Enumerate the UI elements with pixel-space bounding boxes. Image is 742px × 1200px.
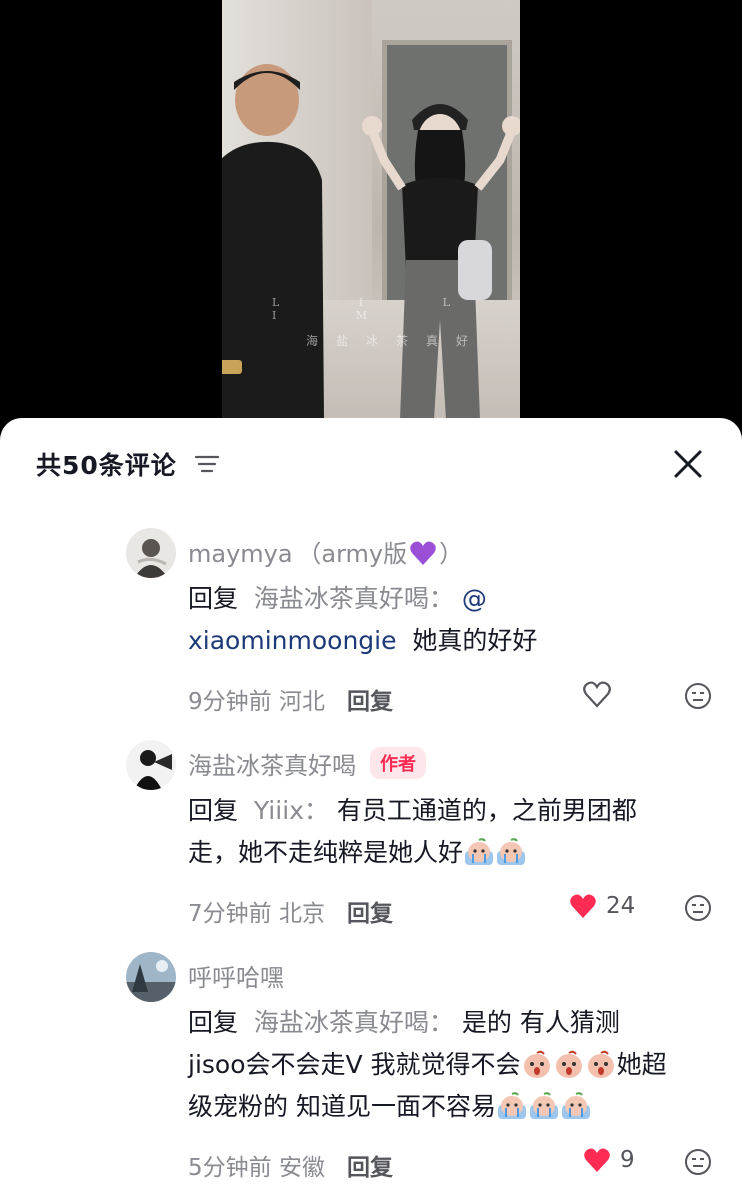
comment-text: 有员工通道的，之前男团都: [336, 796, 637, 825]
username[interactable]: 海盐冰茶真好喝: [188, 746, 356, 781]
username[interactable]: maymya （army版 ）: [188, 534, 463, 569]
comment-body[interactable]: 回复 Yiiix： 有员工通道的，之前男团都 走，她不走纯粹是她人好: [188, 790, 728, 874]
crying-peach-sticker-icon: [465, 838, 494, 865]
comment-sheet: 共50条评论 maymya （army版 ） 回复 海盐冰茶真好喝： @ xiao…: [0, 418, 742, 1200]
comment-time: 7分钟前: [188, 901, 272, 927]
like-button[interactable]: 9: [582, 1146, 635, 1174]
avatar[interactable]: [126, 952, 176, 1002]
neutral-face-icon[interactable]: [684, 1148, 712, 1176]
username-row: maymya （army版 ）: [188, 533, 463, 569]
crying-peach-sticker-icon: [529, 1092, 558, 1119]
reply-target[interactable]: 海盐冰茶真好喝：: [254, 584, 454, 613]
neutral-face-icon[interactable]: [684, 894, 712, 922]
like-count: 9: [620, 1147, 635, 1173]
like-count: 24: [606, 893, 636, 919]
reply-button[interactable]: 回复: [347, 682, 393, 716]
like-button[interactable]: [582, 680, 620, 708]
video-watermark: L I L I M: [272, 296, 488, 322]
close-icon[interactable]: [672, 448, 704, 480]
comment-count: 共50条评论: [36, 451, 177, 480]
mention-link[interactable]: xiaominmoongie: [188, 626, 396, 655]
reply-target[interactable]: 海盐冰茶真好喝：: [254, 1008, 454, 1037]
username-row: 海盐冰茶真好喝 作者: [188, 745, 426, 781]
comment-meta: 7分钟前 北京 回复: [188, 894, 393, 928]
comment-location: 河北: [278, 689, 325, 715]
comment-item: maymya （army版 ） 回复 海盐冰茶真好喝： @ xiaominmoon…: [126, 528, 726, 718]
avatar[interactable]: [126, 528, 176, 578]
crying-peach-sticker-icon: [497, 838, 526, 865]
video-watermark-subtitle: 海盐冰茶真好: [306, 334, 487, 348]
comment-item: 呼呼哈嘿 回复 海盐冰茶真好喝： 是的 有人猜测 jisoo会不会走V 我就觉得…: [126, 952, 726, 1200]
crying-peach-sticker-icon: [561, 1092, 590, 1119]
reply-prefix: 回复: [188, 1008, 239, 1037]
purple-heart-icon: [410, 541, 436, 565]
video-player[interactable]: L I L I M 海盐冰茶真好: [0, 0, 742, 420]
heart-filled-icon: [584, 1148, 610, 1172]
comment-body[interactable]: 回复 海盐冰茶真好喝： 是的 有人猜测 jisoo会不会走V 我就觉得不会 她超 …: [188, 1002, 728, 1128]
comment-item: 海盐冰茶真好喝 作者 回复 Yiiix： 有员工通道的，之前男团都 走，她不走纯…: [126, 740, 726, 930]
comment-text-continued: 走，她不走纯粹是她人好: [188, 838, 464, 867]
shocked-peach-sticker-icon: [555, 1050, 582, 1078]
username-text: maymya （army版: [188, 539, 408, 568]
reply-button[interactable]: 回复: [347, 1148, 393, 1182]
username[interactable]: 呼呼哈嘿: [188, 958, 284, 993]
comment-time: 9分钟前: [188, 689, 272, 715]
crying-peach-sticker-icon: [497, 1092, 526, 1119]
comment-location: 北京: [278, 901, 325, 927]
avatar[interactable]: [126, 740, 176, 790]
username-row: 呼呼哈嘿: [188, 957, 284, 993]
heart-outline-icon: [583, 681, 611, 708]
comment-body[interactable]: 回复 海盐冰茶真好喝： @ xiaominmoongie 她真的好好: [188, 578, 728, 662]
video-frame[interactable]: L I L I M 海盐冰茶真好: [222, 0, 520, 418]
person-guard-figure: [222, 64, 324, 418]
author-badge: 作者: [370, 747, 426, 779]
comment-sheet-header: 共50条评论: [36, 444, 219, 484]
comment-text-continued: 级宠粉的 知道见一面不容易: [188, 1092, 496, 1121]
comment-text-continued: 她超: [616, 1050, 667, 1079]
person-main-figure: [362, 104, 520, 418]
shocked-peach-sticker-icon: [523, 1050, 550, 1078]
comment-text-continued: jisoo会不会走V 我就觉得不会: [188, 1050, 521, 1079]
filter-lines-icon[interactable]: [194, 453, 219, 475]
reply-prefix: 回复: [188, 796, 239, 825]
comment-location: 安徽: [278, 1155, 325, 1181]
comment-meta: 5分钟前 安徽 回复: [188, 1148, 393, 1182]
username-tail: ）: [439, 539, 464, 568]
comment-meta: 9分钟前 河北 回复: [188, 682, 393, 716]
shocked-peach-sticker-icon: [587, 1050, 614, 1078]
comment-time: 5分钟前: [188, 1155, 272, 1181]
reply-prefix: 回复: [188, 584, 239, 613]
neutral-face-icon[interactable]: [684, 682, 712, 710]
comment-text: 是的 有人猜测: [461, 1008, 620, 1037]
like-button[interactable]: 24: [568, 892, 635, 920]
reply-target[interactable]: Yiiix：: [254, 796, 329, 825]
comment-text: 她真的好好: [412, 626, 538, 655]
mention-at[interactable]: @: [462, 584, 487, 613]
reply-button[interactable]: 回复: [347, 894, 393, 928]
heart-filled-icon: [570, 894, 596, 918]
